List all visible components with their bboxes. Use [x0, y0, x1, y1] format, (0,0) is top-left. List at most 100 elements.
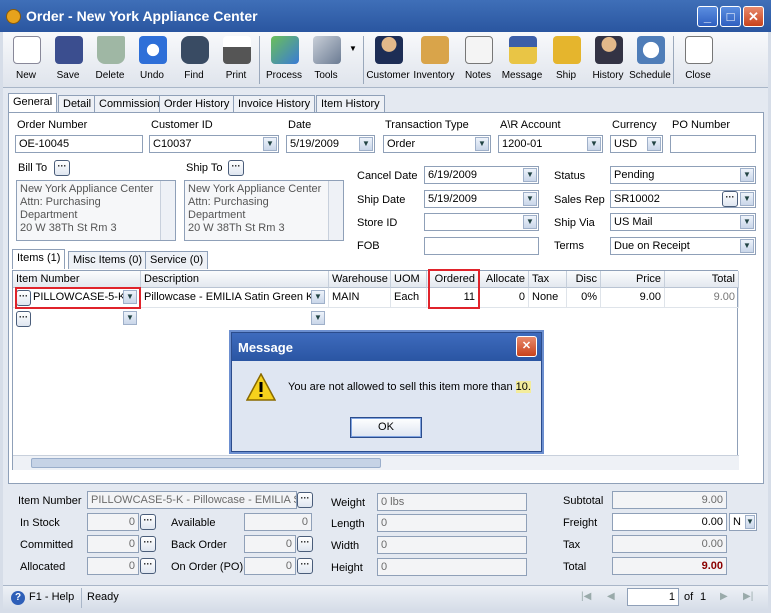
- grid-horizontal-scrollbar[interactable]: [13, 455, 739, 470]
- bill-to-address[interactable]: New York Appliance Center Attn: Purchasi…: [16, 180, 176, 241]
- ship-date-picker[interactable]: 5/19/2009 ▼: [424, 190, 539, 208]
- chevron-down-icon[interactable]: ▼: [123, 311, 137, 325]
- chevron-down-icon: ▼: [523, 192, 537, 206]
- chevron-down-icon: ▼: [740, 239, 754, 253]
- bill-to-line: New York Appliance Center: [20, 183, 154, 195]
- bill-to-scrollbar[interactable]: [160, 181, 175, 240]
- col-uom[interactable]: UOM: [391, 271, 427, 288]
- tab-item-history[interactable]: Item History: [316, 95, 385, 113]
- notes-icon: [465, 36, 493, 64]
- currency-select[interactable]: USD ▼: [610, 135, 663, 153]
- terms-select[interactable]: Due on Receipt ▼: [610, 237, 756, 255]
- col-allocate[interactable]: Allocate: [479, 271, 529, 288]
- app-icon: [6, 9, 21, 24]
- status-select[interactable]: Pending ▼: [610, 166, 756, 184]
- order-number-label: Order Number: [17, 119, 88, 131]
- help-icon[interactable]: ?: [11, 591, 25, 605]
- toolbar: New Save Delete Undo Find Print Process …: [3, 32, 768, 88]
- chevron-down-icon[interactable]: ▼: [311, 311, 325, 325]
- print-button[interactable]: Print: [215, 32, 257, 87]
- schedule-button[interactable]: Schedule: [629, 32, 671, 87]
- tab-order-history[interactable]: Order History: [159, 95, 235, 113]
- page-number-field[interactable]: 1: [627, 588, 679, 606]
- ship-date-label: Ship Date: [357, 194, 406, 206]
- height-value: 0: [377, 558, 527, 576]
- first-page-icon[interactable]: |◀: [581, 591, 591, 602]
- customer-button[interactable]: Customer: [366, 32, 410, 87]
- chevron-down-icon: ▼: [359, 137, 373, 151]
- store-id-select[interactable]: ▼: [424, 213, 539, 231]
- cell-disc[interactable]: 0%: [567, 288, 601, 308]
- date-value: 5/19/2009: [290, 138, 339, 150]
- in-stock-lookup-button[interactable]: ···: [140, 514, 156, 530]
- tab-misc-items[interactable]: Misc Items (0): [68, 251, 148, 269]
- customer-id-select[interactable]: C10037 ▼: [149, 135, 279, 153]
- item-number-label: Item Number: [18, 495, 82, 507]
- prev-page-icon[interactable]: ◀: [607, 591, 615, 602]
- committed-lookup-button[interactable]: ···: [140, 536, 156, 552]
- col-item-number[interactable]: Item Number: [13, 271, 141, 288]
- fob-field[interactable]: [424, 237, 539, 255]
- allocated-lookup-button[interactable]: ···: [140, 558, 156, 574]
- new-document-icon: [13, 36, 41, 64]
- message-dialog: Message ✕ You are not allowed to sell th…: [231, 332, 542, 452]
- order-number-field[interactable]: OE-10045: [15, 135, 143, 153]
- new-row-lookup-button[interactable]: ···: [16, 311, 31, 327]
- cell-uom[interactable]: Each: [391, 288, 427, 308]
- dialog-message-limit: 10.: [515, 381, 531, 393]
- ship-via-select[interactable]: US Mail ▼: [610, 213, 756, 231]
- bill-to-lookup-button[interactable]: ···: [54, 160, 70, 176]
- sales-rep-lookup-button[interactable]: ···: [722, 191, 738, 207]
- tab-general[interactable]: General: [8, 93, 58, 113]
- chevron-down-icon: ▼: [745, 515, 755, 529]
- close-window-button[interactable]: ✕: [743, 6, 764, 27]
- date-picker[interactable]: 5/19/2009 ▼: [286, 135, 375, 153]
- minimize-button[interactable]: _: [697, 6, 718, 27]
- forklift-icon: [553, 36, 581, 64]
- dialog-close-button[interactable]: ✕: [516, 336, 537, 357]
- col-total[interactable]: Total: [665, 271, 739, 288]
- col-disc[interactable]: Disc: [567, 271, 601, 288]
- freight-field[interactable]: 0.00: [612, 513, 727, 531]
- length-value: 0: [377, 514, 527, 532]
- tab-items[interactable]: Items (1): [12, 249, 66, 269]
- ar-account-select[interactable]: 1200-01 ▼: [498, 135, 603, 153]
- cell-price[interactable]: 9.00: [601, 288, 665, 308]
- cell-tax[interactable]: None: [529, 288, 567, 308]
- cell-warehouse[interactable]: MAIN: [329, 288, 391, 308]
- item-info-lookup-button[interactable]: ···: [297, 492, 313, 508]
- col-description[interactable]: Description: [141, 271, 329, 288]
- ship-to-address[interactable]: New York Appliance Center Attn: Purchasi…: [184, 180, 344, 241]
- ship-date-value: 5/19/2009: [428, 193, 477, 205]
- on-order-lookup-button[interactable]: ···: [297, 558, 313, 574]
- tab-commission[interactable]: Commission: [94, 95, 165, 113]
- po-number-field[interactable]: [670, 135, 756, 153]
- ship-to-scrollbar[interactable]: [328, 181, 343, 240]
- help-hint: F1 - Help: [29, 591, 75, 603]
- maximize-button[interactable]: □: [720, 6, 741, 27]
- ship-to-lookup-button[interactable]: ···: [228, 160, 244, 176]
- ship-to-line: Attn: Purchasing: [188, 196, 269, 208]
- close-button[interactable]: Close: [677, 32, 719, 87]
- tab-service[interactable]: Service (0): [145, 251, 209, 269]
- col-tax[interactable]: Tax: [529, 271, 567, 288]
- length-label: Length: [331, 518, 365, 530]
- scroll-thumb[interactable]: [31, 458, 381, 468]
- chevron-down-icon[interactable]: ▼: [311, 290, 325, 304]
- tools-button[interactable]: Tools: [305, 32, 347, 87]
- freight-code-select[interactable]: N ▼: [729, 513, 757, 531]
- tab-detail[interactable]: Detail: [58, 95, 97, 113]
- transaction-type-select[interactable]: Order ▼: [383, 135, 491, 153]
- cancel-date-picker[interactable]: 6/19/2009 ▼: [424, 166, 539, 184]
- last-page-icon[interactable]: ▶|: [743, 591, 753, 602]
- cell-description[interactable]: Pillowcase - EMILIA Satin Green Kin: [141, 288, 329, 308]
- col-price[interactable]: Price: [601, 271, 665, 288]
- cell-allocate[interactable]: 0: [479, 288, 529, 308]
- tab-invoice-history[interactable]: Invoice History: [233, 95, 316, 113]
- next-page-icon[interactable]: ▶: [720, 591, 728, 602]
- ok-button[interactable]: OK: [350, 417, 422, 438]
- col-warehouse[interactable]: Warehouse: [329, 271, 391, 288]
- tax-value: 0.00: [612, 535, 727, 553]
- tools-dropdown-icon[interactable]: ▼: [349, 44, 357, 53]
- back-order-lookup-button[interactable]: ···: [297, 536, 313, 552]
